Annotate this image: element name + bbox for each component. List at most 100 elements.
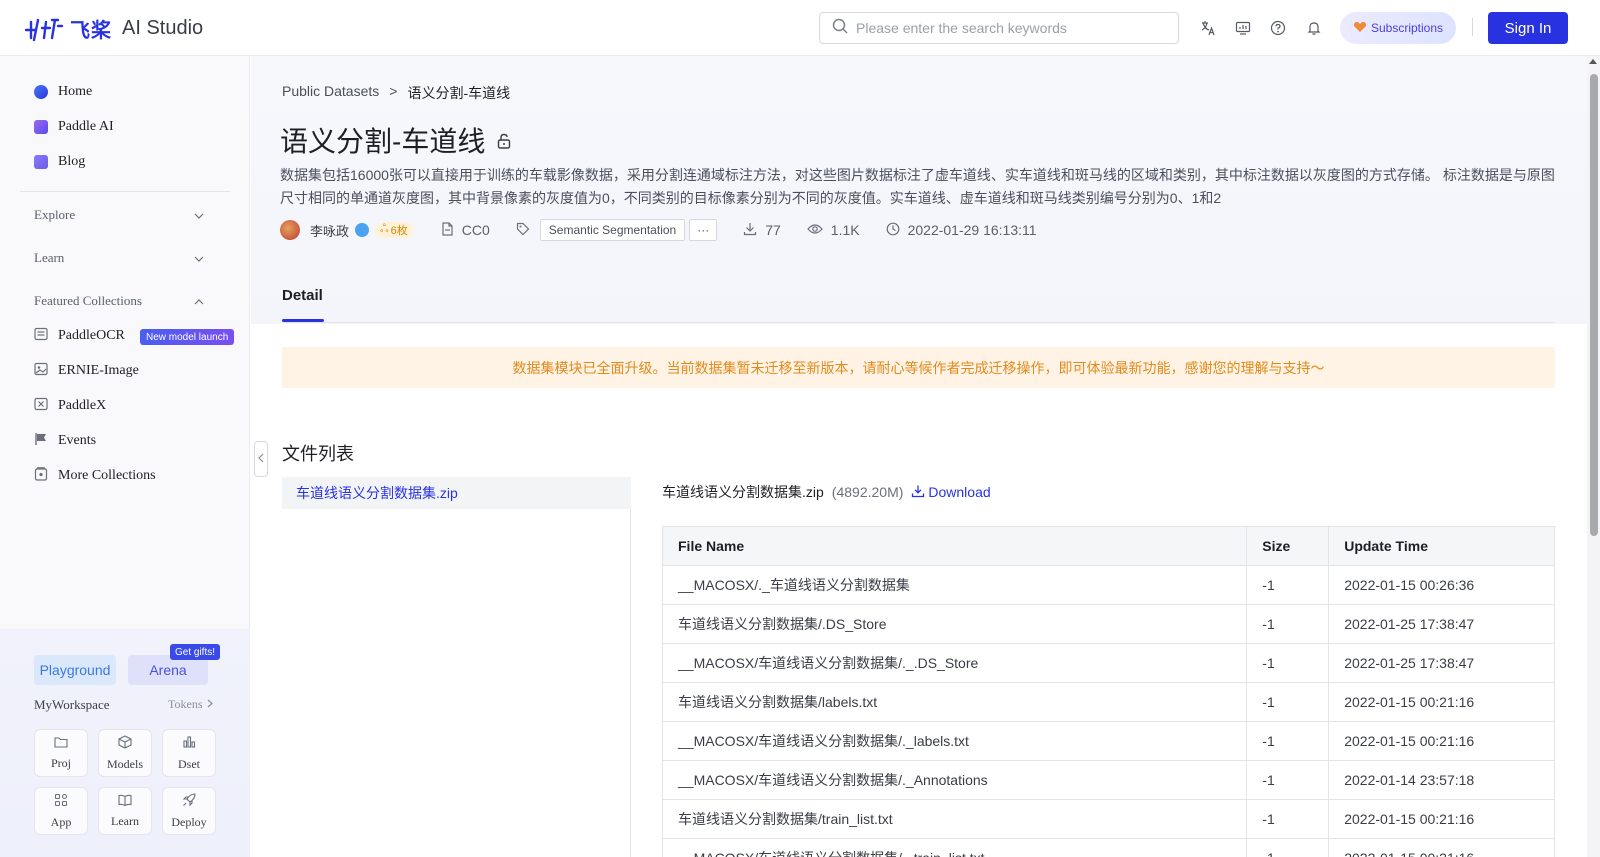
subscriptions-label: Subscriptions [1370,21,1444,35]
coin-badge: ஃ 6枚 [375,222,413,238]
table-row: 车道线语义分割数据集/.DS_Store -1 2022-01-25 17:38:4… [661,604,1555,644]
tile-label: App [50,814,72,829]
scroll-up-arrow-icon[interactable] [1589,59,1597,64]
workspace-tile-deploy[interactable]: Deploy [162,787,216,835]
avatar[interactable] [280,220,300,240]
sidebar-item-more-collections[interactable]: More Collections [34,464,156,488]
chevron-down-icon [194,250,204,266]
workspace-tile-models[interactable]: Models [98,729,152,777]
blog-icon [34,155,48,169]
file-item[interactable]: 车道线语义分割数据集.zip [282,477,631,509]
sidebar-item-paddle-ai[interactable]: Paddle AI [34,115,114,139]
sidebar-item-events[interactable]: Events [34,429,96,453]
tag-chip[interactable]: Semantic Segmentation [539,219,686,241]
sidebar-item-home[interactable]: Home [34,80,92,104]
column-header-update-time: Update Time [1328,526,1555,566]
tile-label: Deploy [171,814,207,829]
home-icon [34,85,48,99]
sidebar-item-paddlex[interactable]: PaddleX [34,394,106,418]
size-cell: -1 [1246,721,1330,761]
sign-in-button[interactable]: Sign In [1488,12,1568,44]
book-icon [118,794,132,810]
sidebar-item-label: Blog [58,154,86,169]
folder-icon [54,736,68,752]
section-label: Explore [34,207,76,222]
logo-en-text: AI Studio [122,17,204,39]
table-header-row: File Name Size Update Time [661,526,1555,566]
time-cell: 2022-01-15 00:21:16 [1328,721,1555,761]
table-row: 车道线语义分割数据集/labels.txt -1 2022-01-15 00:21:… [661,682,1555,722]
help-icon[interactable] [1268,18,1288,38]
workspace-tile-learn[interactable]: Learn [98,787,152,835]
tag-icon [516,222,530,239]
translate-icon[interactable] [1198,18,1218,38]
search-input[interactable] [856,20,1156,36]
migration-notice: 数据集模块已全面升级。当前数据集暂未迁移至新版本，请耐心等候作者完成迁移操作，即… [282,347,1555,388]
page-scrollbar[interactable] [1587,56,1600,857]
download-icon [911,484,925,501]
image-icon [34,362,48,381]
sidebar-section-explore[interactable]: Explore [34,203,204,227]
time-cell: 2022-01-15 00:21:16 [1328,838,1555,857]
sidebar-section-learn[interactable]: Learn [34,246,204,270]
workspace-tile-proj[interactable]: Proj [34,729,88,777]
breadcrumb: Public Datasets > 语义分割-车道线 [282,83,510,103]
time-cell: 2022-01-25 17:38:47 [1328,643,1555,683]
sidebar-item-label: Paddle AI [58,119,114,134]
time-cell: 2022-01-15 00:21:16 [1328,799,1555,839]
sidebar-item-blog[interactable]: Blog [34,150,85,174]
tile-label: Proj [50,755,71,770]
search-box[interactable] [819,12,1179,44]
size-cell: -1 [1246,643,1330,683]
sidebar-item-label: ERNIE-Image [58,363,139,378]
tab-detail[interactable]: Detail [282,287,323,304]
clock-icon [886,222,900,239]
sidebar-item-ernie-image[interactable]: ERNIE-Image [34,359,139,383]
more-tags-button[interactable]: ··· [689,219,718,241]
table-row: __MACOSX/车道线语义分割数据集/._.DS_Store -1 2022-01… [661,643,1555,683]
tokens-link[interactable]: Tokens [168,697,213,712]
bell-icon[interactable] [1304,18,1324,38]
file-name-cell: __MACOSX/车道线语义分割数据集/._.DS_Store [661,643,1248,683]
top-header: 飞桨 AI Studio Subscriptions Sign In [0,0,1600,56]
dataset-title: 语义分割-车道线 [280,126,486,157]
sidebar-section-featured[interactable]: Featured Collections [34,289,204,313]
rocket-icon [182,792,196,811]
gift-badge: Get gifts! [170,644,221,660]
tile-label: Dset [178,756,200,771]
file-name-cell: __MACOSX/车道线语义分割数据集/._Annotations [661,760,1248,800]
logo[interactable]: 飞桨 AI Studio [24,14,203,43]
file-list: 车道线语义分割数据集.zip [282,477,631,857]
dashboard-icon[interactable] [1233,18,1253,38]
size-cell: -1 [1246,838,1330,857]
download-link[interactable]: Download [911,484,991,501]
updated-time: 2022-01-29 16:13:11 [907,222,1037,238]
sidebar-item-label: More Collections [58,468,156,483]
scrollbar-thumb[interactable] [1590,74,1598,536]
file-name-cell: 车道线语义分割数据集/.DS_Store [661,604,1248,644]
breadcrumb-root[interactable]: Public Datasets [282,83,379,103]
breadcrumb-separator: > [389,83,398,99]
time-cell: 2022-01-15 00:26:36 [1328,565,1555,605]
time-cell: 2022-01-25 17:38:47 [1328,604,1555,644]
section-label: Featured Collections [34,293,142,308]
workspace-tile-app[interactable]: App [34,787,88,835]
playground-button[interactable]: Playground [34,655,116,685]
sidebar-collapse-handle[interactable] [254,441,268,477]
chevron-up-icon [194,293,204,309]
sidebar-divider [20,191,230,192]
page-title: 语义分割-车道线 [280,120,511,160]
tab-divider [282,322,1555,323]
chevron-right-icon [207,697,213,712]
file-name-cell: __MACOSX/车道线语义分割数据集/._labels.txt [661,721,1248,761]
workspace-title: MyWorkspace [34,697,110,712]
subscriptions-button[interactable]: Subscriptions [1340,12,1456,44]
sidebar-item-paddleocr[interactable]: PaddleOCR [34,324,125,348]
file-name-cell: __MACOSX/车道线语义分割数据集/._train_list.txt [661,838,1248,857]
author-name[interactable]: 李咏政 [310,221,349,240]
tab-bar: Detail [282,287,323,305]
tokens-label: Tokens [168,697,203,711]
workspace-tile-dset[interactable]: Dset [162,729,216,777]
table-row: 车道线语义分割数据集/train_list.txt -1 2022-01-15 00… [661,799,1555,839]
file-list-title: 文件列表 [282,444,354,464]
